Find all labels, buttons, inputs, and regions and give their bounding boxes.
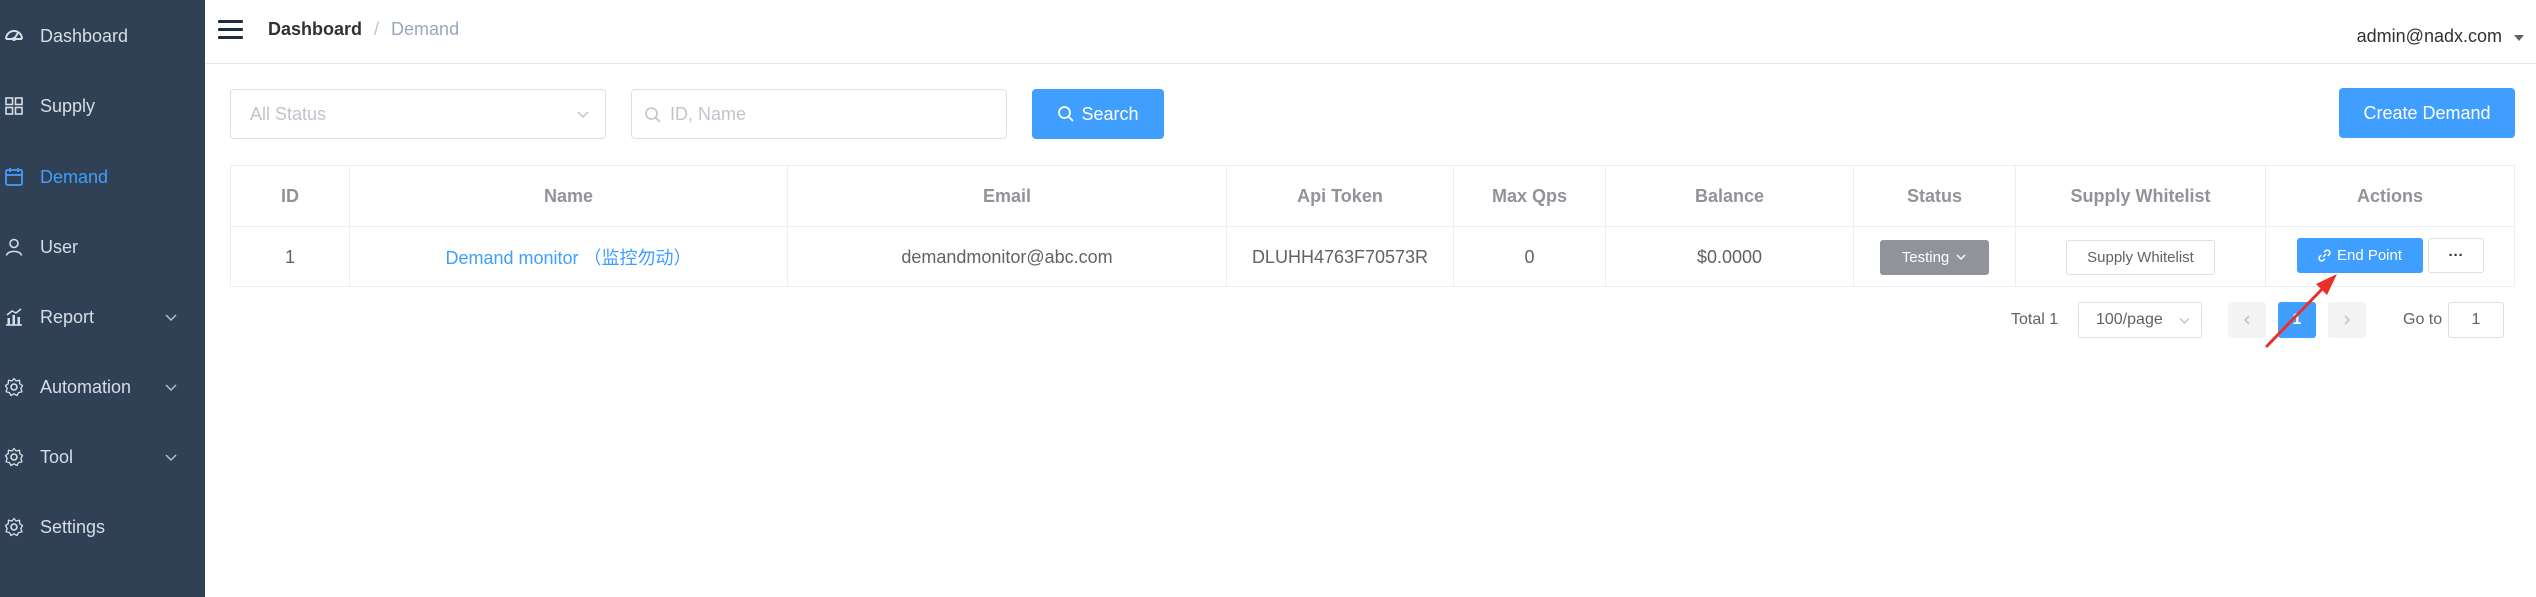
status-dropdown[interactable]: Testing <box>1880 239 1989 275</box>
grid-icon <box>4 96 24 116</box>
search-button-label: Search <box>1081 103 1139 124</box>
sidebar-item-label: Supply <box>40 95 96 116</box>
breadcrumb-dashboard[interactable]: Dashboard <box>268 19 362 40</box>
sidebar-item-label: Automation <box>40 376 132 397</box>
goto-page-input[interactable] <box>2448 302 2504 338</box>
sidebar-item-automation[interactable]: Automation <box>0 367 205 407</box>
column-header-balance: Balance <box>1694 185 1765 206</box>
sidebar-item-label: Dashboard <box>40 25 129 46</box>
sidebar-item-supply[interactable]: Supply <box>0 86 205 126</box>
user-icon <box>4 237 24 257</box>
sidebar-item-dashboard[interactable]: Dashboard <box>0 16 205 56</box>
breadcrumb: Dashboard / Demand <box>268 19 459 40</box>
cell-balance: $0.0000 <box>1696 246 1763 267</box>
goto-label: Go to <box>2403 311 2443 328</box>
cell-id: 1 <box>284 246 295 267</box>
end-point-label: End Point <box>2336 247 2403 264</box>
sidebar-item-label: Demand <box>40 166 109 187</box>
create-demand-button[interactable]: Create Demand <box>2339 88 2515 138</box>
chevron-down-icon <box>165 314 177 322</box>
search-field <box>631 89 1007 139</box>
column-header-status: Status <box>1906 185 1962 206</box>
sidebar-item-tool[interactable]: Tool <box>0 437 205 477</box>
sidebar-item-label: Settings <box>40 516 106 537</box>
chevron-left-icon <box>2243 315 2250 325</box>
create-demand-label: Create Demand <box>2363 102 2491 123</box>
chevron-down-icon <box>165 454 177 462</box>
supply-whitelist-label: Supply Whitelist <box>2087 248 2194 266</box>
cell-name: Demand monitor （监控勿动） <box>350 227 787 287</box>
caret-down-icon <box>2514 35 2524 41</box>
dashboard-icon <box>4 26 24 46</box>
demand-name-link[interactable]: Demand monitor （监控勿动） <box>445 244 691 270</box>
more-actions-button[interactable]: ··· <box>2428 238 2484 273</box>
cell-api-token: DLUHH4763F70573R <box>1251 246 1429 267</box>
sidebar-item-report[interactable]: Report <box>0 297 205 337</box>
page-size-value: 100/page <box>2096 311 2163 328</box>
column-header-actions: Actions <box>2356 185 2423 206</box>
more-actions-label: ··· <box>2448 247 2464 264</box>
demand-table: ID Name Email Api Token Max Qps Balance … <box>230 165 2515 287</box>
chevron-right-icon <box>2344 315 2351 325</box>
sidebar-item-label: Report <box>40 306 95 327</box>
cell-supply-whitelist: Supply Whitelist <box>2016 227 2265 287</box>
search-input[interactable] <box>632 90 1006 138</box>
chart-icon <box>4 307 24 327</box>
status-select[interactable]: All Status <box>230 89 606 139</box>
search-icon <box>1058 106 1075 122</box>
prev-page-button[interactable] <box>2228 302 2266 338</box>
sidebar-item-user[interactable]: User <box>0 227 205 267</box>
gear-icon <box>4 447 24 467</box>
user-menu[interactable]: admin@nadx.com <box>2357 26 2524 47</box>
page-size-select[interactable]: 100/page <box>2078 302 2202 338</box>
column-header-email: Email <box>982 185 1032 206</box>
column-header-supply-whitelist: Supply Whitelist <box>2070 185 2211 206</box>
search-button[interactable]: Search <box>1032 89 1164 139</box>
sidebar-item-demand[interactable]: Demand <box>0 157 205 197</box>
breadcrumb-separator: / <box>374 19 380 39</box>
column-header-api-token: Api Token <box>1297 185 1383 206</box>
status-value: Testing <box>1901 248 1950 266</box>
supply-whitelist-button[interactable]: Supply Whitelist <box>2066 239 2215 275</box>
user-email: admin@nadx.com <box>2356 26 2502 46</box>
cell-max-qps: 0 <box>1524 246 1535 267</box>
calendar-icon <box>4 167 24 187</box>
hamburger-menu-icon[interactable] <box>218 20 244 42</box>
gear-icon <box>4 517 24 537</box>
search-icon <box>645 107 661 123</box>
sidebar: Dashboard Supply Demand User Report Auto… <box>0 0 205 597</box>
sidebar-item-settings[interactable]: Settings <box>0 507 205 547</box>
gear-icon <box>4 377 24 397</box>
chevron-down-icon <box>165 384 177 392</box>
cell-status: Testing <box>1854 227 2015 287</box>
header-divider <box>205 63 2536 64</box>
page-button-current[interactable]: 1 <box>2278 302 2316 338</box>
next-page-button[interactable] <box>2328 302 2366 338</box>
cell-email: demandmonitor@abc.com <box>901 246 1113 267</box>
breadcrumb-current: Demand <box>391 19 460 39</box>
link-icon <box>2318 249 2331 262</box>
column-header-id: ID <box>281 185 299 206</box>
status-select-placeholder: All Status <box>250 103 327 124</box>
pagination-total: Total 1 <box>2011 311 2059 328</box>
column-header-max-qps: Max Qps <box>1491 185 1568 206</box>
chevron-down-icon <box>1956 254 1966 260</box>
sidebar-item-label: Tool <box>40 446 74 467</box>
column-header-name: Name <box>543 185 594 206</box>
end-point-button[interactable]: End Point <box>2297 238 2423 273</box>
chevron-down-icon <box>2179 318 2190 324</box>
sidebar-item-label: User <box>40 236 79 257</box>
chevron-down-icon <box>577 111 589 119</box>
